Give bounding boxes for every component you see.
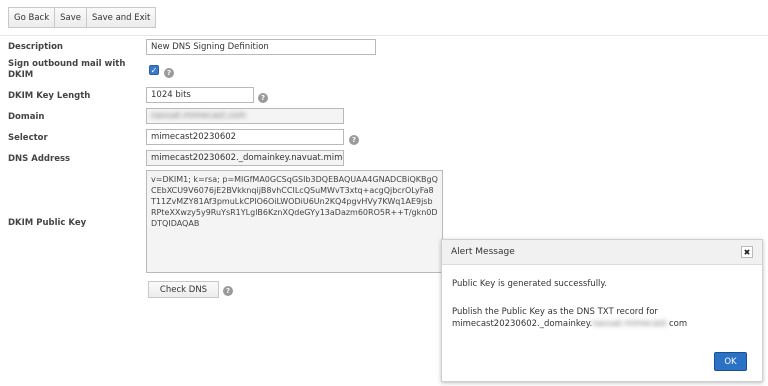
- domain-value: navuat.mimecast.com: [151, 111, 246, 121]
- check-dns-help-icon[interactable]: ?: [223, 286, 233, 296]
- alert-header: Alert Message ✖: [442, 240, 762, 265]
- alert-message-publish: Publish the Public Key as the DNS TXT re…: [452, 306, 752, 330]
- toolbar: Go Back Save Save and Exit: [8, 7, 157, 28]
- public-key-textarea[interactable]: v=DKIM1; k=rsa; p=MIGfMA0GCSqGSIb3DQEBAQ…: [146, 170, 443, 273]
- key-length-label: DKIM Key Length: [8, 91, 91, 101]
- save-and-exit-button[interactable]: Save and Exit: [86, 7, 157, 28]
- selector-input[interactable]: mimecast20230602: [146, 129, 344, 145]
- public-key-label: DKIM Public Key: [8, 218, 87, 228]
- alert-title: Alert Message: [451, 247, 515, 257]
- key-length-select[interactable]: 1024 bits: [146, 87, 254, 103]
- ok-button[interactable]: OK: [714, 352, 747, 371]
- close-icon[interactable]: ✖: [741, 246, 753, 258]
- selector-label: Selector: [8, 133, 48, 143]
- domain-field: navuat.mimecast.com: [146, 108, 344, 124]
- toolbar-divider: [0, 35, 768, 36]
- description-label: Description: [8, 42, 63, 52]
- dns-address-field: mimecast20230602._domainkey.navuat.mime: [146, 150, 344, 166]
- go-back-button[interactable]: Go Back: [8, 7, 55, 28]
- alert-record-domain: navuat.mimecast.: [592, 319, 669, 329]
- check-dns-button[interactable]: Check DNS: [148, 281, 219, 298]
- sign-outbound-label: Sign outbound mail with DKIM: [8, 59, 126, 80]
- domain-label: Domain: [8, 112, 45, 122]
- alert-message-success: Public Key is generated successfully.: [452, 279, 607, 289]
- sign-help-icon[interactable]: ?: [164, 68, 174, 78]
- alert-record-suffix: com: [668, 319, 688, 329]
- alert-body: Public Key is generated successfully. Pu…: [442, 265, 762, 330]
- selector-help-icon[interactable]: ?: [349, 135, 359, 145]
- alert-dialog: Alert Message ✖ Public Key is generated …: [441, 239, 763, 382]
- dns-address-label: DNS Address: [8, 154, 71, 164]
- save-button[interactable]: Save: [54, 7, 86, 28]
- sign-outbound-checkbox[interactable]: ✓: [149, 65, 159, 75]
- alert-record-prefix: mimecast20230602._domainkey.: [452, 319, 593, 329]
- alert-publish-line2: mimecast20230602._domainkey.navuat.mimec…: [452, 318, 752, 330]
- key-length-help-icon[interactable]: ?: [258, 93, 268, 103]
- description-input[interactable]: New DNS Signing Definition: [146, 39, 376, 55]
- alert-publish-line1: Publish the Public Key as the DNS TXT re…: [452, 307, 658, 317]
